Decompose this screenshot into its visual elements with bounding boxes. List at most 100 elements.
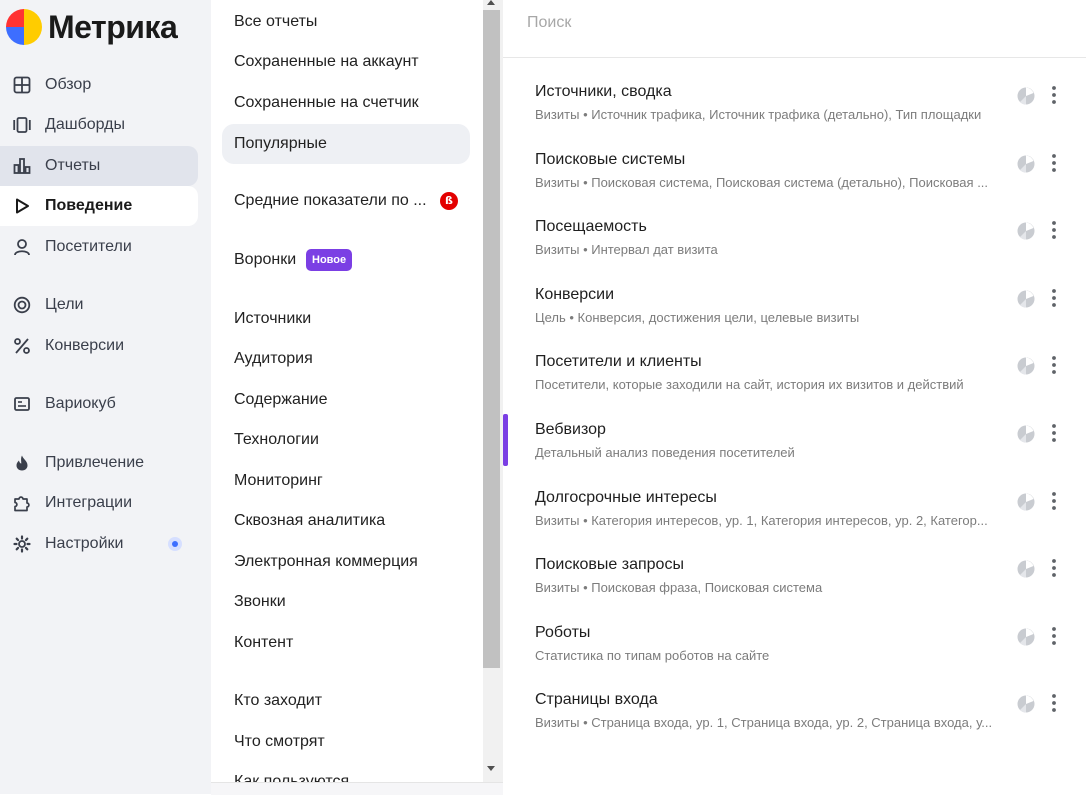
more-options-icon[interactable] (1047, 287, 1061, 309)
report-description: Визиты • Источник трафика, Источник траф… (535, 107, 982, 122)
categories-scrollbar[interactable] (483, 0, 503, 782)
category-who-visits[interactable]: Кто заходит (222, 681, 470, 721)
category-calls[interactable]: Звонки (222, 582, 470, 622)
metrika-logo-icon (6, 9, 42, 45)
report-description: Визиты • Поисковая система, Поисковая си… (535, 175, 989, 190)
report-item[interactable]: Долгосрочные интересы Визиты • Категория … (503, 482, 1086, 548)
scroll-down-arrow-icon[interactable] (487, 766, 495, 771)
report-chart-icon[interactable] (1016, 154, 1036, 174)
sidebar-item-behavior[interactable]: Поведение (0, 186, 198, 226)
sidebar-item-reports[interactable]: Отчеты (0, 146, 198, 186)
category-content[interactable]: Контент (222, 623, 470, 663)
report-chart-icon[interactable] (1016, 289, 1036, 309)
sidebar-item-goals[interactable]: Цели (0, 285, 198, 325)
sidebar-item-label: Посетители (45, 238, 132, 255)
logo[interactable]: Метрика (6, 6, 178, 48)
bar-chart-icon (13, 158, 31, 174)
report-categories: Все отчеты Сохраненные на аккаунт Сохран… (211, 0, 483, 782)
category-monitoring[interactable]: Мониторинг (222, 461, 470, 501)
more-options-icon[interactable] (1047, 557, 1061, 579)
category-saved-counter[interactable]: Сохраненные на счетчик (222, 83, 470, 123)
sidebar-item-settings[interactable]: Настройки (0, 524, 198, 564)
more-options-icon[interactable] (1047, 354, 1061, 376)
report-chart-icon[interactable] (1016, 221, 1036, 241)
notification-dot (168, 537, 182, 551)
more-options-icon[interactable] (1047, 625, 1061, 647)
more-options-icon[interactable] (1047, 692, 1061, 714)
sidebar-item-label: Дашборды (45, 116, 125, 133)
category-technologies[interactable]: Технологии (222, 420, 470, 460)
report-chart-icon[interactable] (1016, 492, 1036, 512)
sidebar-item-label: Обзор (45, 76, 92, 93)
scrollbar-thumb[interactable] (483, 10, 500, 668)
more-options-icon[interactable] (1047, 422, 1061, 444)
report-item[interactable]: Источники, сводка Визиты • Источник трафи… (503, 76, 1086, 142)
report-chart-icon[interactable] (1016, 356, 1036, 376)
report-item[interactable]: Посещаемость Визиты • Интервал дат визита (503, 211, 1086, 277)
category-content-section[interactable]: Содержание (222, 380, 470, 420)
category-all-reports[interactable]: Все отчеты (222, 2, 470, 42)
more-options-icon[interactable] (1047, 219, 1061, 241)
report-item[interactable]: Поисковые системы Визиты • Поисковая сист… (503, 144, 1086, 210)
report-description: Визиты • Интервал дат визита (535, 242, 718, 257)
sidebar-item-overview[interactable]: Обзор (0, 65, 198, 105)
category-ecommerce[interactable]: Электронная коммерция (222, 542, 470, 582)
report-chart-icon[interactable] (1016, 627, 1036, 647)
category-label: Сохраненные на аккаунт (234, 53, 419, 70)
category-label: Контент (234, 634, 294, 651)
more-options-icon[interactable] (1047, 152, 1061, 174)
play-icon (16, 198, 29, 214)
report-item[interactable]: Посетители и клиенты Посетители, которые … (503, 346, 1086, 412)
scroll-up-arrow-icon[interactable] (487, 0, 495, 5)
active-indicator (503, 414, 508, 466)
report-item[interactable]: Поисковые запросы Визиты • Поисковая фраз… (503, 549, 1086, 615)
report-description: Детальный анализ поведения посетителей (535, 445, 795, 460)
target-icon (13, 296, 31, 314)
category-popular[interactable]: Популярные (222, 124, 470, 164)
category-label: Воронки (234, 251, 297, 268)
sidebar-item-conversions[interactable]: Конверсии (0, 326, 198, 366)
category-funnels[interactable]: Воронки Новое (222, 240, 470, 280)
sidebar-item-integrations[interactable]: Интеграции (0, 483, 198, 523)
search-bar (503, 0, 1086, 58)
category-how-they-use[interactable]: Как пользуются (222, 762, 470, 782)
sidebar-item-label: Настройки (45, 535, 124, 552)
report-chart-icon[interactable] (1016, 424, 1036, 444)
category-label: Электронная коммерция (234, 553, 418, 570)
report-chart-icon[interactable] (1016, 694, 1036, 714)
variocube-icon (14, 397, 30, 411)
category-label: Аудитория (234, 350, 313, 367)
report-item[interactable]: Вебвизор Детальный анализ поведения посет… (503, 414, 1086, 480)
puzzle-icon (14, 496, 30, 512)
search-input[interactable] (525, 8, 1049, 38)
sidebar-item-label: Поведение (45, 197, 133, 214)
category-sources[interactable]: Источники (222, 299, 470, 339)
category-end-to-end[interactable]: Сквозная аналитика (222, 501, 470, 541)
report-chart-icon[interactable] (1016, 559, 1036, 579)
sidebar-item-acquisition[interactable]: Привлечение (0, 443, 198, 483)
report-chart-icon[interactable] (1016, 86, 1036, 106)
sidebar-item-dashboards[interactable]: Дашборды (0, 105, 198, 145)
person-icon (14, 239, 30, 256)
dashboards-icon (13, 117, 31, 133)
category-label: Сохраненные на счетчик (234, 94, 419, 111)
category-average-metrics[interactable]: Средние показатели по ... ß (222, 181, 470, 221)
sidebar-item-variocube[interactable]: Вариокуб (0, 384, 198, 424)
grid-icon (13, 76, 31, 94)
report-title: Поисковые запросы (535, 556, 684, 573)
more-options-icon[interactable] (1047, 84, 1061, 106)
category-audience[interactable]: Аудитория (222, 339, 470, 379)
category-label: Что смотрят (234, 733, 325, 750)
report-item[interactable]: Роботы Статистика по типам роботов на сай… (503, 617, 1086, 683)
report-description: Цель • Конверсия, достижения цели, целев… (535, 310, 860, 325)
beta-badge: ß (440, 192, 458, 210)
report-item[interactable]: Страницы входа Визиты • Страница входа, у… (503, 684, 1086, 750)
category-what-they-view[interactable]: Что смотрят (222, 722, 470, 762)
report-title: Вебвизор (535, 421, 606, 438)
reports-panel: Источники, сводка Визиты • Источник трафи… (503, 0, 1086, 794)
report-description: Визиты • Категория интересов, ур. 1, Кат… (535, 513, 988, 528)
sidebar-item-visitors[interactable]: Посетители (0, 227, 198, 267)
more-options-icon[interactable] (1047, 490, 1061, 512)
category-saved-account[interactable]: Сохраненные на аккаунт (222, 42, 470, 82)
report-item[interactable]: Конверсии Цель • Конверсия, достижения це… (503, 279, 1086, 345)
